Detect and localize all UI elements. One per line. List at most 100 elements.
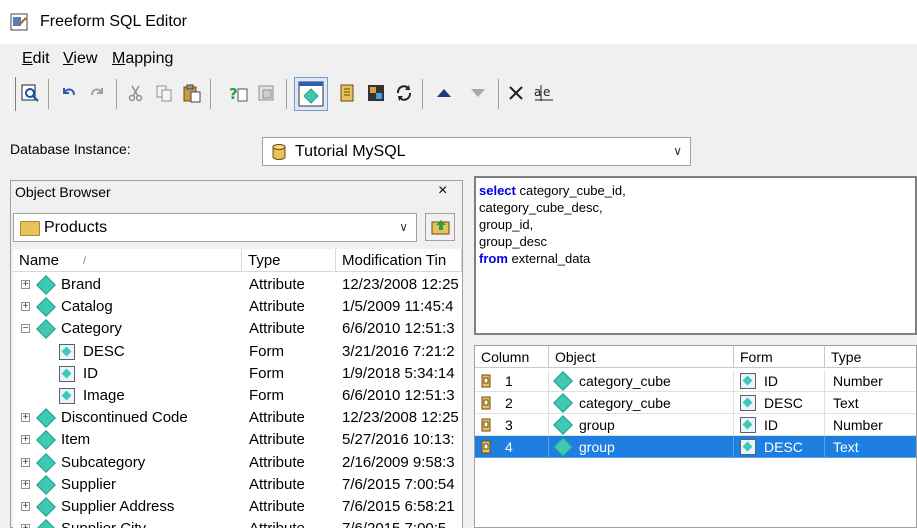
insert-prompt-icon[interactable] <box>254 81 278 105</box>
sql-text: group_id, <box>479 217 534 232</box>
report-icon[interactable] <box>336 81 360 105</box>
undo-icon[interactable] <box>56 81 80 105</box>
tree-row[interactable]: + Supplier City Attribute 7/6/2015 7:00:5 <box>13 518 462 528</box>
expand-icon[interactable]: + <box>21 524 30 528</box>
map-icon[interactable] <box>364 81 388 105</box>
expand-icon[interactable]: + <box>21 302 30 312</box>
column-header-type[interactable]: Type <box>242 249 336 272</box>
tree-row[interactable]: DESC Form 3/21/2016 7:21:2 <box>13 341 462 363</box>
mapping-row[interactable]: 3 group ID Number <box>475 414 916 436</box>
tree-row-name: Supplier <box>61 475 117 493</box>
attribute-icon <box>36 408 56 429</box>
mapping-cell-object[interactable]: group <box>549 414 734 436</box>
delete-icon[interactable] <box>504 81 528 105</box>
mapping-cell-type[interactable]: Text <box>825 392 916 414</box>
mapping-row[interactable]: 4 group DESC Text <box>475 436 916 458</box>
tree-row[interactable]: − Category Attribute 6/6/2010 12:51:3 <box>13 318 462 340</box>
collapse-icon[interactable]: − <box>21 324 30 334</box>
column-header-modification-time[interactable]: Modification Tin <box>336 249 462 272</box>
database-icon <box>272 144 286 160</box>
attribute-icon <box>36 430 56 451</box>
mapping-cell-column[interactable]: 2 <box>475 392 549 414</box>
sql-editor[interactable]: select category_cube_id, category_cube_de… <box>474 176 917 335</box>
parent-folder-button[interactable] <box>425 213 455 241</box>
column-key-icon <box>481 418 491 432</box>
mapping-cell-object[interactable]: category_cube <box>549 392 734 414</box>
cut-icon[interactable] <box>124 81 148 105</box>
form-icon <box>740 417 756 433</box>
mapping-grid[interactable]: Column Object Form Type 1 category_cube ID… <box>474 345 917 528</box>
copy-icon[interactable] <box>152 81 176 105</box>
mapping-cell-form[interactable]: DESC <box>734 392 825 414</box>
move-up-icon[interactable] <box>432 81 456 105</box>
tree-row-type: Attribute <box>249 498 305 515</box>
move-down-icon[interactable] <box>466 81 490 105</box>
chevron-down-icon[interactable]: ∨ <box>399 220 408 234</box>
column-header-object[interactable]: Object <box>549 346 734 368</box>
attribute-icon <box>553 437 573 457</box>
mapping-cell-column[interactable]: 1 <box>475 370 549 392</box>
object-browser-list[interactable]: Name / Type Modification Tin + Brand Attrib… <box>13 249 462 528</box>
paste-icon[interactable] <box>180 81 204 105</box>
expand-icon[interactable]: + <box>21 413 30 423</box>
toolbar-grip[interactable] <box>10 77 16 111</box>
menu-mapping[interactable]: Mapping <box>112 50 173 68</box>
form-icon <box>59 388 75 404</box>
menu-edit[interactable]: Edit <box>22 50 50 68</box>
sql-lines: select category_cube_id, category_cube_de… <box>479 182 912 267</box>
tree-row[interactable]: + Discontinued Code Attribute 12/23/2008 12… <box>13 407 462 429</box>
sql-line: category_cube_desc, <box>479 199 912 216</box>
tree-row-type: Attribute <box>249 520 305 528</box>
mapping-cell-type[interactable]: Number <box>825 370 916 392</box>
tree-row-name: Subcategory <box>61 453 146 471</box>
mapping-cell-type[interactable]: Number <box>825 414 916 436</box>
expand-icon[interactable]: + <box>21 435 30 445</box>
mapping-cell-column[interactable]: 3 <box>475 414 549 436</box>
tree-row[interactable]: + Supplier Attribute 7/6/2015 7:00:54 <box>13 474 462 496</box>
chevron-down-icon[interactable]: ∨ <box>673 144 682 158</box>
column-key-icon <box>481 440 491 454</box>
database-instance-select[interactable]: Tutorial MySQL ∨ <box>262 137 691 166</box>
mapping-cell-text: Number <box>833 373 883 389</box>
redo-icon[interactable] <box>86 81 110 105</box>
tree-row[interactable]: + Subcategory Attribute 2/16/2009 9:58:3 <box>13 452 462 474</box>
expand-icon[interactable]: + <box>21 457 30 467</box>
object-browser-toggle-icon[interactable] <box>294 77 328 111</box>
mapping-cell-object[interactable]: category_cube <box>549 370 734 392</box>
expand-icon[interactable]: + <box>21 280 30 290</box>
rename-icon[interactable]: ae <box>532 81 556 105</box>
validate-icon[interactable] <box>18 81 42 105</box>
tree-row-modified: 12/23/2008 12:25 <box>342 409 459 427</box>
column-header-type[interactable]: Type <box>825 346 916 368</box>
tree-row[interactable]: Image Form 6/6/2010 12:51:3 <box>13 385 462 407</box>
column-header-name[interactable]: Name / <box>13 249 242 272</box>
column-header-column[interactable]: Column <box>475 346 549 368</box>
tree-row-name: Supplier City <box>61 520 146 528</box>
tree-row[interactable]: + Brand Attribute 12/23/2008 12:25 <box>13 274 462 296</box>
mapping-cell-form[interactable]: DESC <box>734 436 825 458</box>
column-header-form[interactable]: Form <box>734 346 825 368</box>
tree-row[interactable]: + Supplier Address Attribute 7/6/2015 6:58:… <box>13 496 462 518</box>
object-browser-folder-select[interactable]: Products ∨ <box>13 213 417 242</box>
mapping-row[interactable]: 1 category_cube ID Number <box>475 370 916 392</box>
mapping-cell-text: DESC <box>764 395 803 411</box>
expand-icon[interactable]: + <box>21 479 30 489</box>
tree-row-modified: 5/27/2016 10:13: <box>342 431 455 449</box>
form-icon <box>59 343 75 360</box>
tree-row[interactable]: + Item Attribute 5/27/2016 10:13: <box>13 429 462 451</box>
tree-row-type: Attribute <box>249 298 305 316</box>
refresh-icon[interactable] <box>392 81 416 105</box>
tree-row[interactable]: ID Form 1/9/2018 5:34:14 <box>13 363 462 385</box>
close-icon[interactable]: × <box>438 182 447 200</box>
mapping-row[interactable]: 2 category_cube DESC Text <box>475 392 916 414</box>
tree-row[interactable]: + Catalog Attribute 1/5/2009 11:45:4 <box>13 296 462 318</box>
menu-view[interactable]: View <box>63 50 97 68</box>
mapping-cell-text: ID <box>764 417 778 433</box>
mapping-cell-form[interactable]: ID <box>734 414 825 436</box>
expand-icon[interactable]: + <box>21 502 30 512</box>
mapping-cell-type[interactable]: Text <box>825 436 916 458</box>
mapping-cell-object[interactable]: group <box>549 436 734 458</box>
mapping-cell-form[interactable]: ID <box>734 370 825 392</box>
help-icon[interactable]: ? <box>226 81 250 105</box>
mapping-cell-column[interactable]: 4 <box>475 436 549 458</box>
